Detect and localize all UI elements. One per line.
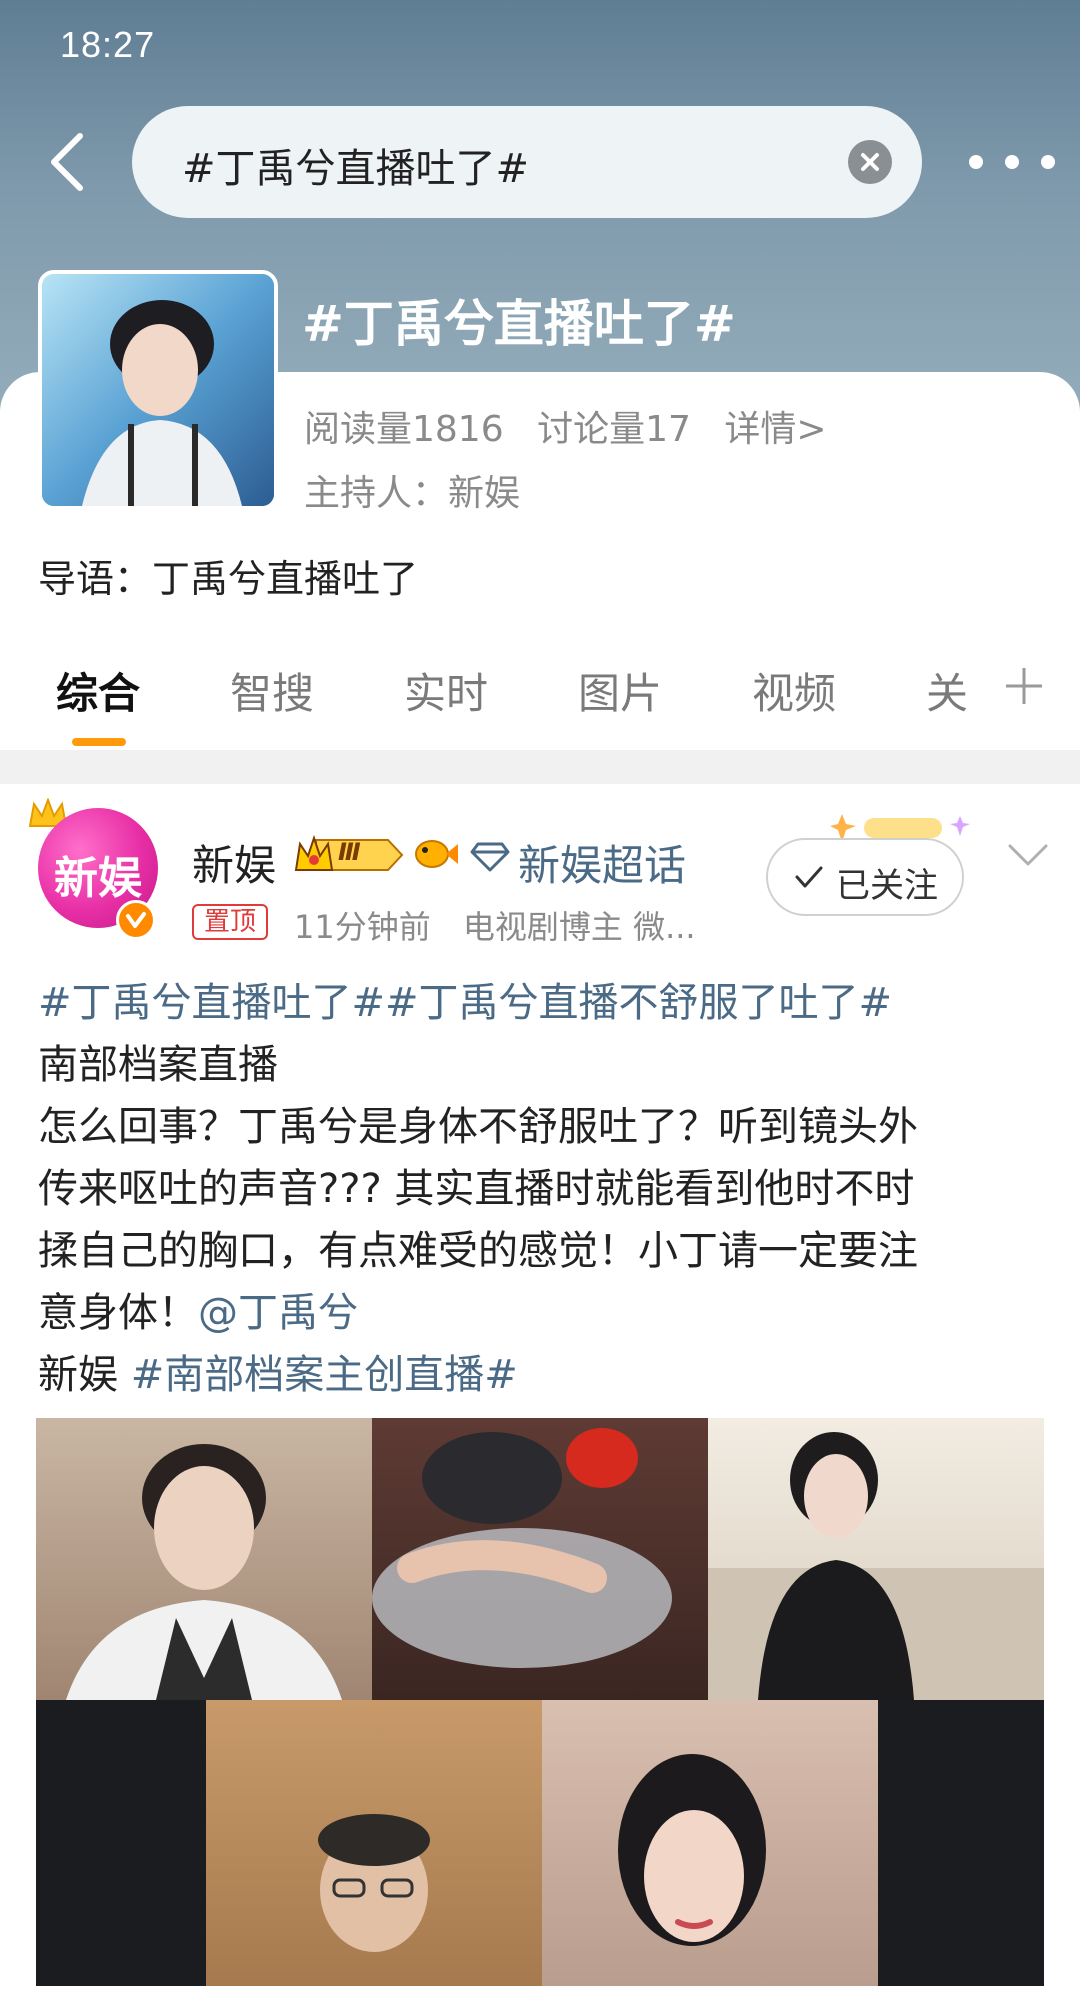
more-options-button[interactable] (962, 140, 1062, 184)
author-avatar-text: 新娱 (54, 853, 142, 904)
mention-link[interactable]: @丁禹兮 (198, 1290, 358, 1336)
post-body: #丁禹兮直播吐了##丁禹兮直播不舒服了吐了# 南部档案直播 怎么回事？丁禹兮是身… (38, 972, 1048, 1406)
back-arrow-icon (51, 133, 83, 191)
post-image-collage[interactable] (36, 1418, 1044, 1986)
clear-search-button[interactable] (848, 140, 892, 184)
tab-comprehensive[interactable]: 综合 (56, 660, 140, 721)
post-line: 怎么回事？丁禹兮是身体不舒服吐了？听到镜头外 (38, 1104, 918, 1150)
topic-host: 主持人：新娱 (304, 473, 521, 514)
read-count: 阅读量1816 (304, 409, 504, 450)
post-line: 新娱 (38, 1352, 131, 1398)
close-icon (861, 153, 879, 171)
topic-stats: 阅读量1816 讨论量17 详情> (304, 400, 849, 452)
post-time: 11分钟前 (294, 908, 431, 946)
member-level-badge: Ⅲ (292, 832, 406, 878)
active-tab-indicator (72, 738, 126, 746)
chevron-down-icon (1008, 844, 1048, 866)
status-bar-time: 18:27 (60, 24, 156, 65)
verified-icon (116, 900, 156, 940)
search-query[interactable]: #丁禹兮直播吐了# (182, 136, 529, 194)
fish-icon (415, 840, 458, 868)
tab-smart-search[interactable]: 智搜 (230, 660, 314, 721)
tab-realtime[interactable]: 实时 (404, 660, 488, 721)
details-link[interactable]: 详情> (724, 409, 826, 450)
author-name[interactable]: 新娱 (192, 832, 276, 893)
post-menu-button[interactable] (1006, 842, 1050, 870)
video-tile-top-right (708, 1418, 1044, 1700)
follow-button-label: 已关注 (836, 866, 938, 906)
post-meta: 11分钟前 电视剧博主 微... (294, 902, 718, 948)
video-tile-bottom-left-dark (36, 1700, 206, 1986)
video-tile-bottom-middle (206, 1700, 542, 1986)
post-hashtags[interactable]: #丁禹兮直播吐了##丁禹兮直播不舒服了吐了# (38, 980, 892, 1026)
tab-videos[interactable]: 视频 (752, 660, 836, 721)
video-tile-bottom-right (542, 1700, 878, 1986)
topic-cover-portrait (42, 274, 274, 506)
topic-intro: 导语：丁禹兮直播吐了 (38, 557, 419, 601)
plus-icon (1006, 668, 1042, 704)
post-line: 揉自己的胸口，有点难受的感觉！小丁请一定要注 (38, 1228, 918, 1274)
super-topic-link[interactable]: 新娱超话 (518, 832, 686, 893)
pinned-badge: 置顶 (192, 904, 269, 940)
video-tile-top-middle (372, 1418, 708, 1700)
add-tab-button[interactable] (1002, 664, 1046, 708)
post-line: 传来呕吐的声音??? 其实直播时就能看到他时不时 (38, 1166, 915, 1212)
topic-cover-image[interactable] (38, 270, 278, 510)
author-role: 电视剧博主 微... (462, 908, 696, 946)
topic-title: #丁禹兮直播吐了# (302, 295, 736, 353)
search-bar[interactable]: #丁禹兮直播吐了# (132, 106, 922, 218)
diamond-icon (470, 842, 510, 872)
check-icon (795, 866, 823, 888)
video-tile-top-left (36, 1418, 372, 1700)
tab-bar: 综合 智搜 实时 图片 视频 关 (0, 660, 1080, 750)
back-button[interactable] (40, 128, 96, 196)
hashtag-link[interactable]: #南部档案主创直播# (131, 1352, 518, 1398)
tab-images[interactable]: 图片 (578, 660, 662, 721)
post-line: 意身体！ (38, 1290, 198, 1336)
more-dots-icon (969, 155, 1055, 169)
discussion-count: 讨论量17 (537, 409, 691, 450)
post-line: 南部档案直播 (38, 1042, 278, 1088)
follow-button[interactable]: 已关注 (766, 838, 964, 916)
member-level-text: Ⅲ (338, 838, 361, 866)
video-tile-bottom-right-dark (878, 1700, 1044, 1986)
tab-follow[interactable]: 关 (926, 660, 968, 721)
section-divider (0, 750, 1080, 784)
